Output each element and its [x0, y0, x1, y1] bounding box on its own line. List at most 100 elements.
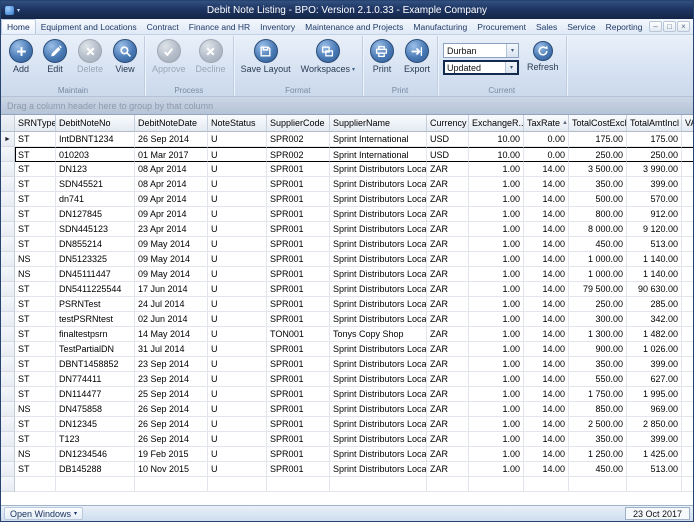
table-row[interactable]: STTestPartialDN31 Jul 2014USPR001Sprint … [1, 342, 693, 357]
table-row[interactable]: ►STIntDBNT123426 Sep 2014USPR002Sprint I… [1, 132, 693, 147]
table-row[interactable]: STDN85521409 May 2014USPR001Sprint Distr… [1, 237, 693, 252]
cell-vat [682, 282, 693, 297]
column-header-vat[interactable]: VAT [682, 115, 693, 132]
site-selector[interactable]: Durban ▾ [443, 43, 519, 58]
column-header-debitnotedate[interactable]: DebitNoteDate [135, 115, 208, 132]
minimize-button[interactable]: – [649, 21, 662, 32]
tab-manufacturing[interactable]: Manufacturing [408, 19, 472, 34]
add-button[interactable]: Add [4, 37, 38, 74]
column-header-suppliercode[interactable]: SupplierCode [267, 115, 330, 132]
edit-label: Edit [47, 64, 63, 74]
open-windows-button[interactable]: Open Windows ▾ [4, 507, 83, 520]
cell-totalcostexcl: 250.00 [569, 147, 627, 162]
tab-reporting[interactable]: Reporting [601, 19, 646, 34]
cell-vat [682, 312, 693, 327]
table-row-partial[interactable] [1, 477, 693, 492]
cell-vat [682, 447, 693, 462]
tab-home[interactable]: Home [1, 19, 36, 34]
save-layout-button[interactable]: Save Layout [236, 37, 296, 74]
cell-srntype: ST [15, 297, 56, 312]
cell-debitnotedate: 26 Sep 2014 [135, 417, 208, 432]
restore-button[interactable]: □ [663, 21, 676, 32]
edit-button[interactable]: Edit [38, 37, 72, 74]
chevron-down-icon[interactable]: ▾ [506, 44, 518, 57]
tab-equipment-and-locations[interactable]: Equipment and Locations [36, 19, 142, 34]
column-header-totalamtincl[interactable]: TotalAmtIncl [627, 115, 682, 132]
column-header-totalcostexcl[interactable]: TotalCostExcl [569, 115, 627, 132]
tab-procurement[interactable]: Procurement [472, 19, 531, 34]
view-button[interactable]: View [108, 37, 142, 74]
table-row[interactable]: STDN12308 Apr 2014USPR001Sprint Distribu… [1, 162, 693, 177]
cell-debitnoteno: finaltestpsrn [56, 327, 135, 342]
table-row[interactable]: STSDN44512323 Apr 2014USPR001Sprint Dist… [1, 222, 693, 237]
decline-label: Decline [196, 64, 226, 74]
table-row[interactable]: NSDN47585826 Sep 2014USPR001Sprint Distr… [1, 402, 693, 417]
cell-debitnoteno: DB145288 [56, 462, 135, 477]
column-header-srntype[interactable]: SRNType [15, 115, 56, 132]
tab-maintenance-and-projects[interactable]: Maintenance and Projects [300, 19, 408, 34]
row-indicator-cell [1, 312, 15, 327]
tab-finance-and-hr[interactable]: Finance and HR [184, 19, 255, 34]
cell-suppliercode: SPR001 [267, 447, 330, 462]
group-by-bar[interactable]: Drag a column header here to group by th… [1, 97, 693, 115]
cell-totalamtincl: 399.00 [627, 432, 682, 447]
table-row[interactable]: STDBNT145885223 Sep 2014USPR001Sprint Di… [1, 357, 693, 372]
table-row[interactable]: STSDN4552108 Apr 2014USPR001Sprint Distr… [1, 177, 693, 192]
column-header-notestatus[interactable]: NoteStatus [208, 115, 267, 132]
table-row[interactable]: STfinaltestpsrn14 May 2014UTON001Tonys C… [1, 327, 693, 342]
cell-debitnotedate [135, 477, 208, 492]
row-indicator-cell [1, 222, 15, 237]
tab-service[interactable]: Service [562, 19, 600, 34]
table-row[interactable]: ST01020301 Mar 2017USPR002Sprint Interna… [1, 147, 693, 162]
table-row[interactable]: STDN541122554417 Jun 2014USPR001Sprint D… [1, 282, 693, 297]
table-row[interactable]: STDN12784509 Apr 2014USPR001Sprint Distr… [1, 207, 693, 222]
tab-inventory[interactable]: Inventory [255, 19, 300, 34]
column-header-taxrate[interactable]: TaxRate▲ [524, 115, 569, 132]
cell-taxrate: 14.00 [524, 402, 569, 417]
column-header-debitnoteno[interactable]: DebitNoteNo [56, 115, 135, 132]
cell-debitnoteno: 010203 [56, 147, 135, 162]
export-button[interactable]: Export [399, 37, 435, 74]
tab-contract[interactable]: Contract [142, 19, 184, 34]
table-row[interactable]: NSDN4511144709 May 2014USPR001Sprint Dis… [1, 267, 693, 282]
tab-sales[interactable]: Sales [531, 19, 562, 34]
table-row[interactable]: STtestPSRNtest02 Jun 2014USPR001Sprint D… [1, 312, 693, 327]
table-row[interactable]: STDN77441123 Sep 2014USPR001Sprint Distr… [1, 372, 693, 387]
cell-debitnotedate: 31 Jul 2014 [135, 342, 208, 357]
cell-srntype: ST [15, 342, 56, 357]
quick-access-dropdown-icon[interactable]: ▾ [17, 7, 20, 14]
row-indicator-cell [1, 237, 15, 252]
table-row[interactable]: NSDN123454619 Feb 2015USPR001Sprint Dist… [1, 447, 693, 462]
column-header-currency[interactable]: Currency [427, 115, 469, 132]
cell-currency: ZAR [427, 297, 469, 312]
close-button[interactable]: × [677, 21, 690, 32]
table-row[interactable]: STdn74109 Apr 2014USPR001Sprint Distribu… [1, 192, 693, 207]
cell-exchanger: 1.00 [469, 237, 524, 252]
edit-icon [43, 39, 67, 63]
cell-suppliercode: SPR001 [267, 342, 330, 357]
table-row[interactable]: STPSRNTest24 Jul 2014USPR001Sprint Distr… [1, 297, 693, 312]
table-row[interactable]: NSDN512332509 May 2014USPR001Sprint Dist… [1, 252, 693, 267]
column-header-exchanger[interactable]: ExchangeR... [469, 115, 524, 132]
column-header-suppliername[interactable]: SupplierName [330, 115, 427, 132]
cell-debitnotedate: 08 Apr 2014 [135, 162, 208, 177]
status-filter-selector[interactable]: Updated ▾ [443, 60, 519, 75]
cell-srntype: NS [15, 447, 56, 462]
workspaces-button[interactable]: Workspaces ▾ [296, 37, 360, 74]
cell-debitnotedate: 24 Jul 2014 [135, 297, 208, 312]
chevron-down-icon[interactable]: ▾ [505, 62, 517, 73]
refresh-button[interactable]: Refresh [522, 37, 564, 72]
cell-exchanger: 1.00 [469, 207, 524, 222]
cell-totalcostexcl: 79 500.00 [569, 282, 627, 297]
table-row[interactable]: STT12326 Sep 2014USPR001Sprint Distribut… [1, 432, 693, 447]
cell-suppliercode: SPR002 [267, 132, 330, 147]
cell-notestatus: U [208, 282, 267, 297]
print-button[interactable]: Print [365, 37, 399, 74]
table-row[interactable]: STDN1234526 Sep 2014USPR001Sprint Distri… [1, 417, 693, 432]
table-row[interactable]: STDN11447725 Sep 2014USPR001Sprint Distr… [1, 387, 693, 402]
cell-totalcostexcl: 850.00 [569, 402, 627, 417]
cell-notestatus: U [208, 132, 267, 147]
cell-taxrate: 14.00 [524, 372, 569, 387]
cell-debitnoteno: IntDBNT1234 [56, 132, 135, 147]
table-row[interactable]: STDB14528810 Nov 2015USPR001Sprint Distr… [1, 462, 693, 477]
